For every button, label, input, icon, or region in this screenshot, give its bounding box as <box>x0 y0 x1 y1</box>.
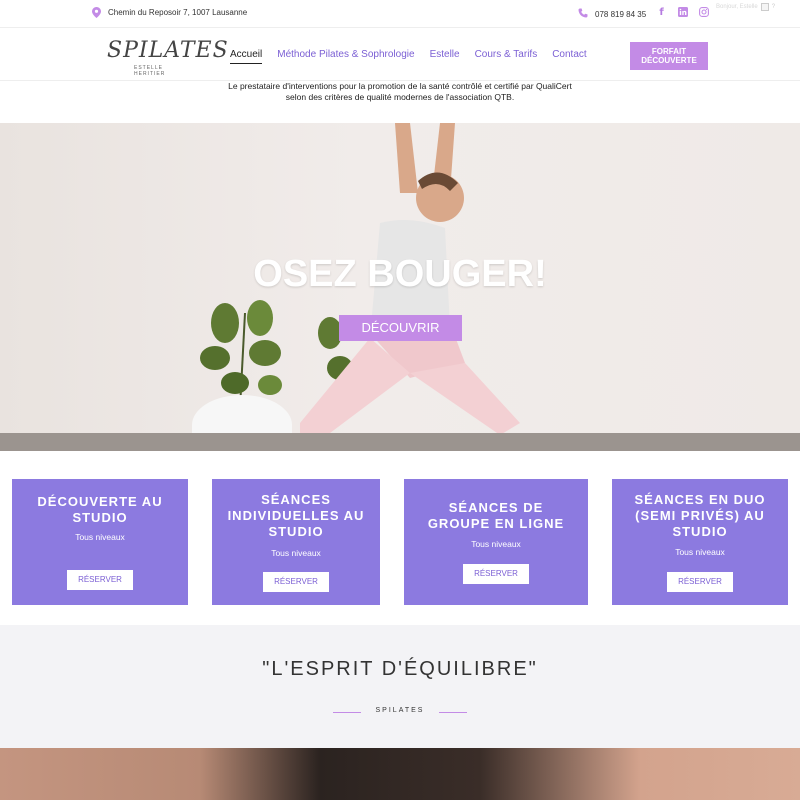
card-title: SÉANCES DE GROUPE EN LIGNE <box>427 500 565 531</box>
quote-title: "L'ESPRIT D'ÉQUILIBRE" <box>262 658 538 680</box>
divider-right <box>439 712 467 713</box>
address[interactable]: Chemin du Reposoir 7, 1007 Lausanne <box>92 7 247 18</box>
card-level: Tous niveaux <box>75 532 125 542</box>
quote-subtitle: SPILATES <box>375 707 425 714</box>
card-title: SÉANCES EN DUO (SEMI PRIVÉS) AU STUDIO <box>634 492 766 539</box>
help-icon: ? <box>771 4 776 10</box>
map-pin-icon <box>92 7 101 18</box>
quote-section: "L'ESPRIT D'ÉQUILIBRE" SPILATES <box>0 625 800 748</box>
reserver-button[interactable]: RÉSERVER <box>463 564 529 584</box>
intro-text: Le prestataire d'interventions pour la p… <box>0 81 800 103</box>
card-level: Tous niveaux <box>471 539 521 549</box>
reserver-button[interactable]: RÉSERVER <box>67 570 133 590</box>
logo-subtext: ESTELLE HERITIER <box>134 65 166 77</box>
linkedin-icon[interactable] <box>677 6 688 18</box>
phone-icon <box>578 8 588 20</box>
checkbox-icon <box>760 3 769 11</box>
offer-card-decouverte: DÉCOUVERTE AU STUDIO Tous niveaux RÉSERV… <box>12 479 188 605</box>
nav-item-cours-tarifs[interactable]: Cours & Tarifs <box>475 49 538 64</box>
phone-number: 078 819 84 35 <box>595 9 647 19</box>
main-nav: Accueil Méthode Pilates & Sophrologie Es… <box>230 49 587 64</box>
hero-title: OSEZ BOUGER! <box>253 253 547 295</box>
cta-line1: FORFAIT <box>651 47 687 56</box>
logo[interactable]: SPILATES ESTELLE HERITIER <box>107 38 228 77</box>
site-header: SPILATES ESTELLE HERITIER Accueil Méthod… <box>0 28 800 81</box>
nav-item-estelle[interactable]: Estelle <box>430 49 460 64</box>
bottom-image <box>0 748 800 800</box>
social-links: f <box>656 6 709 18</box>
intro-line1: Le prestataire d'interventions pour la p… <box>228 81 572 91</box>
facebook-icon[interactable]: f <box>656 6 667 18</box>
language-label: Bonjour, Estelle <box>716 4 758 10</box>
nav-item-methode[interactable]: Méthode Pilates & Sophrologie <box>277 49 414 64</box>
logo-text: SPILATES <box>107 38 229 63</box>
decouvrir-button[interactable]: DÉCOUVRIR <box>339 315 462 341</box>
offer-card-duo: SÉANCES EN DUO (SEMI PRIVÉS) AU STUDIO T… <box>612 479 788 605</box>
language-switcher[interactable]: Bonjour, Estelle ? <box>716 3 775 11</box>
nav-item-accueil[interactable]: Accueil <box>230 49 263 64</box>
phone[interactable]: 078 819 84 35 <box>578 8 646 20</box>
hero-banner: OSEZ BOUGER! DÉCOUVRIR <box>0 123 800 451</box>
offer-card-groupe: SÉANCES DE GROUPE EN LIGNE Tous niveaux … <box>404 479 588 605</box>
card-title: DÉCOUVERTE AU STUDIO <box>37 494 163 525</box>
cta-line2: DÉCOUVERTE <box>641 56 697 65</box>
instagram-icon[interactable] <box>698 6 709 18</box>
top-bar: Chemin du Reposoir 7, 1007 Lausanne 078 … <box>0 0 800 28</box>
forfait-decouverte-button[interactable]: FORFAIT DÉCOUVERTE <box>630 42 708 70</box>
card-level: Tous niveaux <box>271 548 321 558</box>
card-title: SÉANCES INDIVIDUELLES AU STUDIO <box>227 492 365 539</box>
intro-line2: selon des critères de qualité modernes d… <box>285 92 515 102</box>
offers-section: DÉCOUVERTE AU STUDIO Tous niveaux RÉSERV… <box>0 451 800 625</box>
reserver-button[interactable]: RÉSERVER <box>667 572 733 592</box>
nav-item-contact[interactable]: Contact <box>552 49 586 64</box>
floor <box>0 433 800 451</box>
reserver-button[interactable]: RÉSERVER <box>263 572 329 592</box>
address-text: Chemin du Reposoir 7, 1007 Lausanne <box>108 8 248 17</box>
card-level: Tous niveaux <box>675 547 725 557</box>
offer-card-individuelles: SÉANCES INDIVIDUELLES AU STUDIO Tous niv… <box>212 479 380 605</box>
